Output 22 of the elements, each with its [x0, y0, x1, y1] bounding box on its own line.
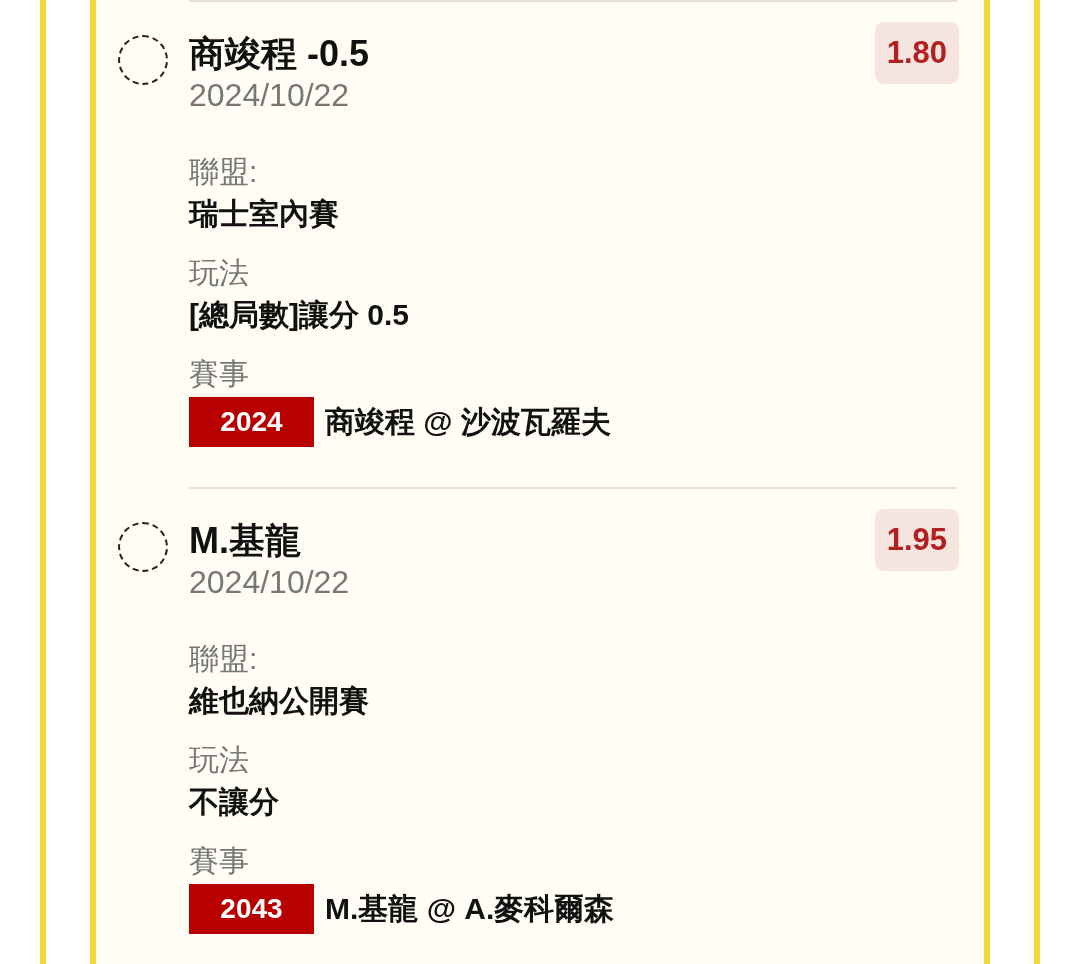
bet-title: 商竣程 -0.5 — [189, 33, 370, 75]
field-label: 聯盟: — [189, 154, 259, 190]
match-code-tag: 2024 — [189, 397, 314, 447]
match-code-tag: 2043 — [189, 884, 314, 934]
select-radio[interactable] — [118, 35, 168, 85]
odds-badge: 1.95 — [874, 509, 959, 571]
field-label: 賽事 — [189, 356, 250, 392]
match-teams: M.基龍 @ A.麥科爾森 — [325, 891, 615, 927]
select-radio[interactable] — [118, 522, 168, 572]
field-label: 玩法 — [189, 255, 250, 291]
field-value: 瑞士室內賽 — [189, 196, 340, 232]
field-label: 玩法 — [189, 742, 250, 778]
field-label: 聯盟: — [189, 641, 259, 677]
field-value: 維也納公開賽 — [189, 683, 370, 719]
field-value: 不讓分 — [189, 784, 280, 820]
bet-date: 2024/10/22 — [189, 563, 350, 602]
bet-date: 2024/10/22 — [189, 76, 351, 115]
match-teams: 商竣程 @ 沙波瓦羅夫 — [325, 404, 611, 440]
bet-title: M.基龍 — [189, 520, 302, 562]
field-value: [總局數]讓分 0.5 — [189, 297, 411, 333]
field-label: 賽事 — [189, 843, 250, 879]
odds-badge: 1.80 — [874, 22, 959, 84]
